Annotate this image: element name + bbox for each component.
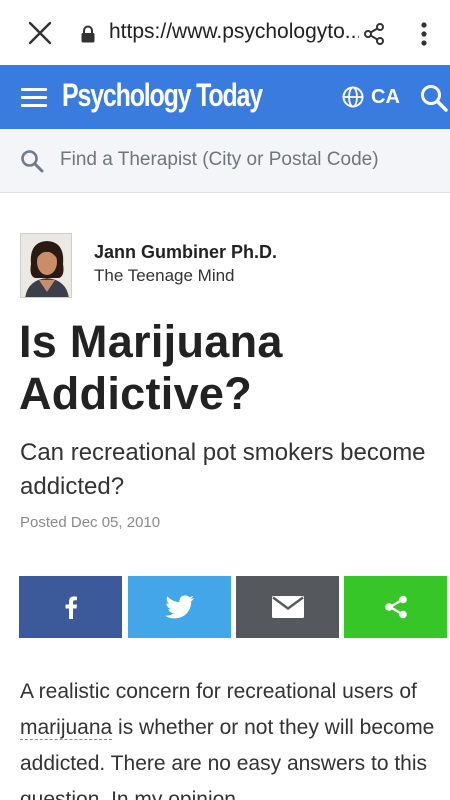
glossary-link-marijuana[interactable]: marijuana (20, 716, 113, 740)
email-share-button[interactable] (236, 576, 339, 638)
lock-icon (81, 25, 95, 43)
therapist-search-placeholder: Find a Therapist (City or Postal Code) (60, 149, 379, 170)
author-name[interactable]: Jann Gumbiner Ph.D. (94, 242, 277, 263)
body-text-start: A realistic concern for recreational use… (20, 680, 417, 703)
facebook-share-button[interactable] (19, 576, 122, 638)
article-title-line1: Is Marijuana (19, 316, 283, 367)
twitter-icon (164, 595, 194, 619)
share-icon (384, 595, 407, 619)
article-subtitle: Can recreational pot smokers become addi… (20, 439, 426, 500)
url-bar[interactable]: https://www.psychologyto... (109, 20, 359, 44)
close-icon[interactable] (26, 19, 54, 47)
therapist-search-input[interactable]: Find a Therapist (City or Postal Code) (0, 129, 450, 193)
email-icon (271, 596, 304, 618)
more-options-icon[interactable] (414, 20, 434, 48)
site-logo[interactable]: Psychology Today (62, 77, 263, 114)
share-button[interactable] (344, 576, 447, 638)
article-body: A realistic concern for recreational use… (20, 674, 435, 800)
post-date: Posted Dec 05, 2010 (20, 514, 161, 531)
author-avatar[interactable] (20, 233, 72, 298)
author-byline: Jann Gumbiner Ph.D. The Teenage Mind (20, 233, 430, 299)
article-title: Is Marijuana Addictive? (19, 316, 434, 420)
facebook-icon (65, 596, 77, 619)
site-header: Psychology Today CA (0, 65, 450, 129)
search-icon[interactable] (420, 84, 450, 112)
share-icon[interactable] (362, 22, 386, 46)
browser-toolbar: https://www.psychologyto... (0, 0, 450, 65)
search-icon (21, 150, 44, 173)
region-code: CA (371, 85, 400, 108)
region-selector[interactable]: CA (342, 85, 400, 109)
blog-name[interactable]: The Teenage Mind (94, 266, 235, 286)
globe-icon (342, 86, 364, 108)
share-bar (19, 576, 447, 638)
twitter-share-button[interactable] (128, 576, 231, 638)
menu-icon[interactable] (21, 88, 47, 108)
article-title-line2: Addictive? (19, 368, 253, 419)
